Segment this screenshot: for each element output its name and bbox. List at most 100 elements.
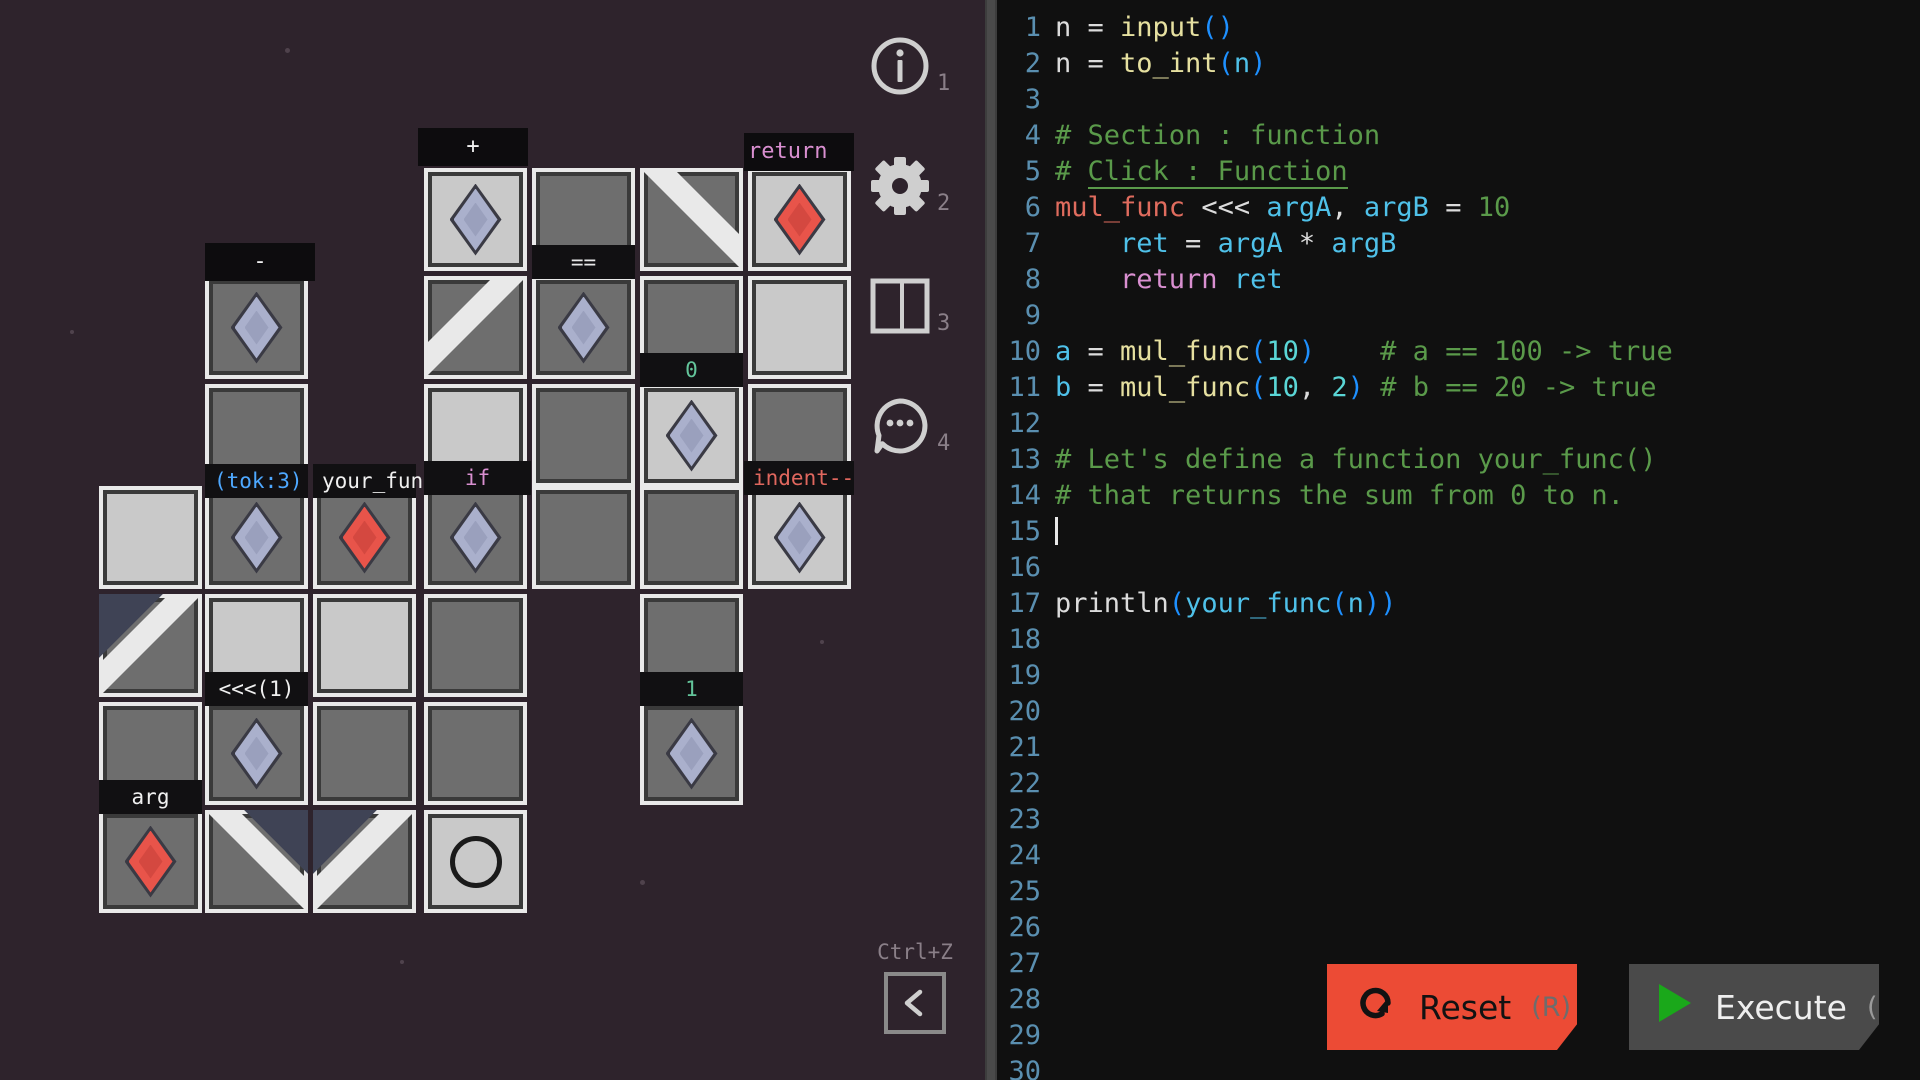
diamond-icon (774, 502, 826, 574)
tool-layout[interactable]: 3 (869, 268, 969, 344)
block-tile[interactable] (640, 486, 743, 589)
code-token: ( (1218, 48, 1234, 79)
code-token: ) (1299, 336, 1315, 367)
block-tile[interactable] (424, 702, 527, 805)
line-number: 18 (997, 622, 1055, 658)
code-token: return (1120, 264, 1218, 295)
code-line[interactable]: 30 (997, 1054, 1920, 1080)
code-line[interactable]: 21 (997, 730, 1920, 766)
code-line[interactable]: 12 (997, 406, 1920, 442)
code-line[interactable]: 4# Section : function (997, 118, 1920, 154)
block-tile[interactable] (532, 486, 635, 589)
pane-divider[interactable] (985, 0, 997, 1080)
undo-control[interactable]: Ctrl+Z (860, 940, 970, 1034)
block-tile[interactable] (99, 594, 202, 697)
code-token (1185, 192, 1201, 223)
block-label-plus: + (418, 128, 528, 166)
code-token: mul_func (1120, 336, 1250, 367)
block-canvas[interactable]: + - return == (0, 0, 985, 1080)
code-token: argB (1364, 192, 1429, 223)
code-token: mul_func (1120, 372, 1250, 403)
code-token: ( (1250, 372, 1266, 403)
block-tile[interactable] (205, 486, 308, 589)
block-tile[interactable] (532, 276, 635, 379)
code-area[interactable]: 1n = input()2n = to_int(n)34# Section : … (997, 10, 1920, 1080)
code-editor-pane[interactable]: 1n = input()2n = to_int(n)34# Section : … (997, 0, 1920, 1080)
block-tile[interactable] (424, 594, 527, 697)
block-tile[interactable] (640, 384, 743, 487)
code-token: # that returns the sum from 0 to n. (1055, 480, 1624, 511)
code-token: n (1234, 48, 1250, 79)
block-tile[interactable] (99, 810, 202, 913)
block-tile[interactable] (99, 486, 202, 589)
code-line[interactable]: 14# that returns the sum from 0 to n. (997, 478, 1920, 514)
code-line[interactable]: 18 (997, 622, 1920, 658)
code-line[interactable]: 25 (997, 874, 1920, 910)
block-tile[interactable] (748, 486, 851, 589)
tool-settings[interactable]: 2 (869, 148, 969, 224)
code-line[interactable]: 1n = input() (997, 10, 1920, 46)
block-tile[interactable] (640, 168, 743, 271)
line-text (1055, 514, 1058, 550)
code-line[interactable]: 22 (997, 766, 1920, 802)
code-token: * (1283, 228, 1332, 259)
code-line[interactable]: 24 (997, 838, 1920, 874)
code-line[interactable]: 19 (997, 658, 1920, 694)
code-line[interactable]: 11b = mul_func(10, 2) # b == 20 -> true (997, 370, 1920, 406)
undo-button[interactable] (884, 972, 946, 1034)
diamond-icon (125, 826, 177, 898)
code-line[interactable]: 3 (997, 82, 1920, 118)
divider-grip[interactable] (987, 0, 995, 1080)
code-token: ( (1250, 336, 1266, 367)
code-line[interactable]: 16 (997, 550, 1920, 586)
reset-button[interactable]: Reset (R) (1327, 964, 1577, 1050)
block-tile[interactable] (313, 486, 416, 589)
code-token: # a == 100 -> true (1380, 336, 1673, 367)
code-line[interactable]: 5# Click : Function (997, 154, 1920, 190)
code-token: 10 (1266, 372, 1299, 403)
block-tile[interactable] (748, 276, 851, 379)
block-tile[interactable] (532, 384, 635, 487)
code-token: ret (1055, 228, 1169, 259)
code-line[interactable]: 13# Let's define a function your_func() (997, 442, 1920, 478)
block-tile[interactable] (424, 276, 527, 379)
execute-button[interactable]: Execute (E) (1629, 964, 1879, 1050)
code-line[interactable]: 10a = mul_func(10) # a == 100 -> true (997, 334, 1920, 370)
code-line[interactable]: 20 (997, 694, 1920, 730)
code-line[interactable]: 6mul_func <<< argA, argB = 10 (997, 190, 1920, 226)
tool-info[interactable]: 1 (869, 28, 969, 104)
panels-icon (869, 277, 931, 335)
block-tile[interactable] (424, 168, 527, 271)
block-label-call: <<<(1) (205, 672, 308, 706)
block-tile[interactable] (640, 702, 743, 805)
code-line[interactable]: 2n = to_int(n) (997, 46, 1920, 82)
code-token: , (1299, 372, 1332, 403)
code-token: = (1088, 48, 1121, 79)
block-tile[interactable] (424, 810, 527, 913)
block-tile[interactable] (205, 276, 308, 379)
code-line[interactable]: 8 return ret (997, 262, 1920, 298)
block-tile[interactable] (205, 810, 308, 913)
code-line[interactable]: 23 (997, 802, 1920, 838)
tool-hints[interactable]: 4 (869, 388, 969, 464)
code-token: # Section : function (1055, 120, 1380, 151)
slash-icon (424, 276, 527, 379)
gear-icon (869, 155, 931, 217)
diamond-icon (231, 292, 283, 364)
code-line[interactable]: 26 (997, 910, 1920, 946)
circle-icon (450, 836, 502, 888)
code-line[interactable]: 15 (997, 514, 1920, 550)
block-tile[interactable] (313, 594, 416, 697)
code-line[interactable]: 7 ret = argA * argB (997, 226, 1920, 262)
block-tile[interactable] (748, 168, 851, 271)
block-tile[interactable] (313, 810, 416, 913)
code-token: ret (1234, 264, 1283, 295)
block-tile[interactable] (424, 486, 527, 589)
block-tile[interactable] (205, 702, 308, 805)
code-line[interactable]: 17println(your_func(n)) (997, 586, 1920, 622)
code-token (1250, 192, 1266, 223)
code-line[interactable]: 9 (997, 298, 1920, 334)
diamond-icon (339, 502, 391, 574)
block-tile[interactable] (313, 702, 416, 805)
code-token (1218, 264, 1234, 295)
